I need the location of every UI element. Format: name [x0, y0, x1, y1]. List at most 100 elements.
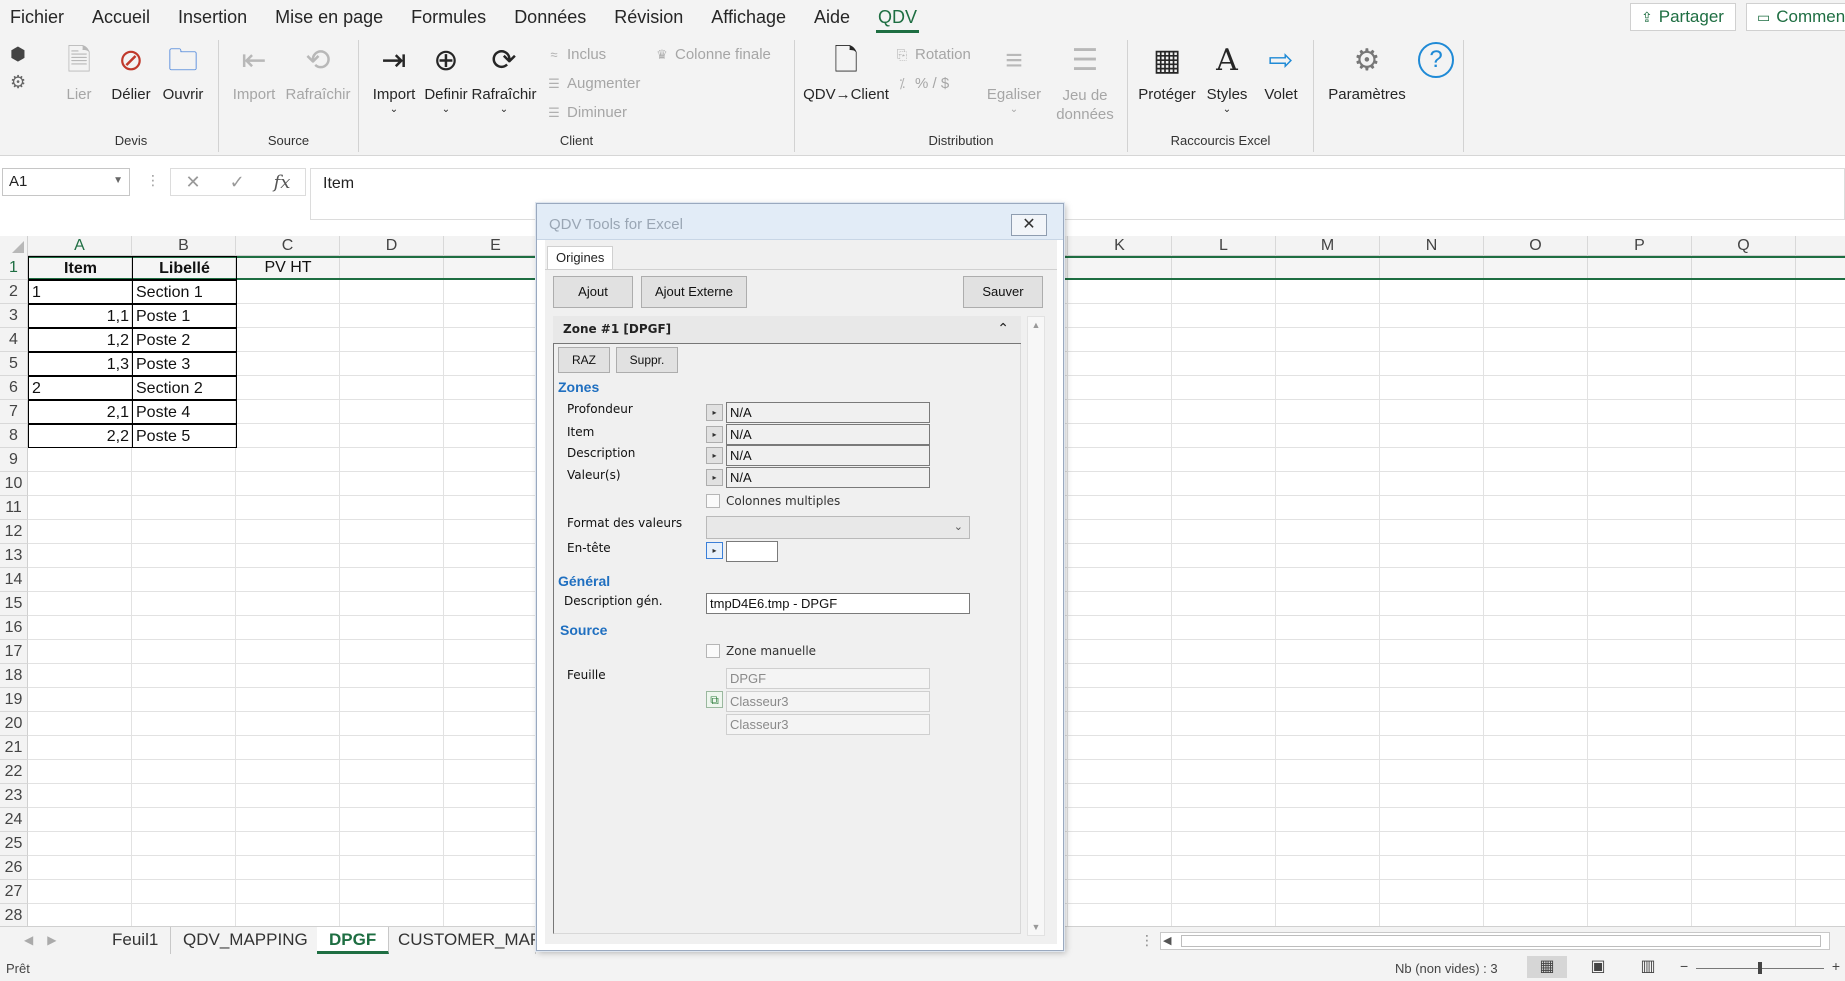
row-header-7[interactable]: 7 — [0, 400, 28, 424]
scroll-left-icon[interactable]: ◀ — [1163, 934, 1171, 947]
lier-button[interactable]: 🗎 Lier — [50, 42, 108, 103]
page-break-icon[interactable]: ▥ — [1628, 956, 1668, 978]
row-header-9[interactable]: 9 — [0, 448, 28, 472]
column-header-p[interactable]: P — [1588, 236, 1692, 256]
format-valeurs-select[interactable]: ⌄ — [706, 516, 970, 539]
column-header-o[interactable]: O — [1484, 236, 1588, 256]
row-header-19[interactable]: 19 — [0, 688, 28, 712]
menu-formules[interactable]: Formules — [397, 0, 500, 34]
excel-sheet-icon[interactable]: ⧉ — [706, 691, 723, 708]
row-header-17[interactable]: 17 — [0, 640, 28, 664]
inclus-button[interactable]: ≈ Inclus — [547, 46, 606, 63]
menu-mise-en-page[interactable]: Mise en page — [261, 0, 397, 34]
zone-manuelle-checkbox[interactable] — [706, 644, 720, 658]
cell-b2[interactable]: Section 1 — [132, 280, 237, 304]
row-header-12[interactable]: 12 — [0, 520, 28, 544]
package-icon[interactable]: ⬢ — [10, 44, 26, 65]
tab-dpgf[interactable]: DPGF — [317, 927, 390, 954]
raz-button[interactable]: RAZ — [558, 347, 610, 373]
help-button[interactable]: ? — [1410, 42, 1462, 84]
en-tete-field[interactable] — [726, 541, 778, 562]
valeurs-pick-icon[interactable]: ▸ — [706, 469, 723, 486]
cell-a8[interactable]: 2,2 — [28, 424, 133, 448]
suppr-button[interactable]: Suppr. — [616, 347, 678, 373]
en-tete-pick-icon[interactable]: ▸ — [706, 542, 723, 559]
percent-dollar-button[interactable]: ⁒ % / $ — [895, 75, 949, 92]
column-header-b[interactable]: B — [132, 236, 236, 256]
chevron-up-icon[interactable]: ⌃ — [997, 316, 1009, 342]
proteger-button[interactable]: ▦ Protéger — [1134, 42, 1200, 103]
column-header-q[interactable]: Q — [1692, 236, 1796, 256]
tab-nav-arrows-icon[interactable]: ◀▶ — [24, 933, 70, 947]
egaliser-button[interactable]: ≡ Egaliser ⌄ — [985, 42, 1043, 115]
diminuer-button[interactable]: ☰ Diminuer — [547, 104, 627, 121]
column-header-k[interactable]: K — [1068, 236, 1172, 256]
scroll-up-icon[interactable]: ▲ — [1028, 320, 1044, 330]
client-rafraichir-button[interactable]: ⟳ Rafraîchir ⌄ — [471, 42, 537, 115]
page-layout-icon[interactable]: ▣ — [1578, 956, 1618, 978]
share-button[interactable]: ⇪ Partager — [1630, 3, 1736, 31]
row-header-11[interactable]: 11 — [0, 496, 28, 520]
cell-b7[interactable]: Poste 4 — [132, 400, 237, 424]
classeur-field[interactable]: Classeur3 — [726, 691, 930, 712]
chevron-down-icon[interactable]: ▼ — [113, 175, 123, 186]
parametres-button[interactable]: ⚙ Paramètres — [1322, 42, 1412, 103]
volet-button[interactable]: ⇨ Volet — [1254, 42, 1308, 103]
dialog-vertical-scrollbar[interactable]: ▲ ▼ — [1027, 316, 1045, 936]
colonne-finale-button[interactable]: ♛ Colonne finale — [655, 46, 771, 63]
cell-a3[interactable]: 1,1 — [28, 304, 133, 328]
menu-aide[interactable]: Aide — [800, 0, 864, 34]
tab-origines[interactable]: Origines — [547, 246, 614, 270]
menu-revision[interactable]: Révision — [600, 0, 697, 34]
tab-splitter-icon[interactable]: ⋮ — [1140, 932, 1154, 949]
dialog-title-bar[interactable]: QDV Tools for Excel ✕ — [537, 204, 1063, 240]
description-pick-icon[interactable]: ▸ — [706, 447, 723, 464]
close-icon[interactable]: ✕ — [1011, 214, 1047, 236]
puzzle-icon[interactable]: ⚙ — [10, 72, 26, 93]
zoom-out-icon[interactable]: − — [1680, 958, 1688, 974]
tab-qdv-mapping[interactable]: QDV_MAPPING — [171, 927, 321, 954]
zoom-slider[interactable]: − + — [1680, 958, 1840, 976]
valeurs-field[interactable]: N/A — [726, 467, 930, 488]
scroll-down-icon[interactable]: ▼ — [1028, 922, 1044, 932]
zone-panel-header[interactable]: Zone #1 [DPGF] ⌃ — [553, 316, 1021, 344]
row-header-2[interactable]: 2 — [0, 280, 28, 304]
row-header-15[interactable]: 15 — [0, 592, 28, 616]
cell-b4[interactable]: Poste 2 — [132, 328, 237, 352]
item-field[interactable]: N/A — [726, 424, 930, 445]
cell-b8[interactable]: Poste 5 — [132, 424, 237, 448]
cell-a7[interactable]: 2,1 — [28, 400, 133, 424]
row-header-18[interactable]: 18 — [0, 664, 28, 688]
cell-a5[interactable]: 1,3 — [28, 352, 133, 376]
cell-b6[interactable]: Section 2 — [132, 376, 237, 400]
source-import-button[interactable]: ⇤ Import — [225, 42, 283, 103]
row-header-5[interactable]: 5 — [0, 352, 28, 376]
row-header-24[interactable]: 24 — [0, 808, 28, 832]
description-gen-field[interactable]: tmpD4E6.tmp - DPGF — [706, 593, 970, 614]
menu-donnees[interactable]: Données — [500, 0, 600, 34]
horizontal-scrollbar[interactable]: ◀ — [1160, 932, 1830, 950]
normal-view-icon[interactable]: ▦ — [1527, 956, 1567, 978]
description-field[interactable]: N/A — [726, 445, 930, 466]
row-header-6[interactable]: 6 — [0, 376, 28, 400]
row-header-14[interactable]: 14 — [0, 568, 28, 592]
row-header-8[interactable]: 8 — [0, 424, 28, 448]
row-header-16[interactable]: 16 — [0, 616, 28, 640]
zoom-in-icon[interactable]: + — [1832, 958, 1840, 974]
column-header-c[interactable]: C — [236, 236, 340, 256]
sauver-button[interactable]: Sauver — [963, 276, 1043, 308]
menu-affichage[interactable]: Affichage — [697, 0, 800, 34]
menu-accueil[interactable]: Accueil — [78, 0, 164, 34]
menu-fichier[interactable]: Fichier — [0, 0, 78, 34]
feuille-field[interactable]: DPGF — [726, 668, 930, 689]
cell-b1[interactable]: Libellé — [132, 256, 237, 280]
cell-a1[interactable]: Item — [28, 256, 133, 280]
column-header-d[interactable]: D — [340, 236, 444, 256]
cell-b5[interactable]: Poste 3 — [132, 352, 237, 376]
row-header-22[interactable]: 22 — [0, 760, 28, 784]
ajout-externe-button[interactable]: Ajout Externe — [641, 276, 747, 308]
cell-a6[interactable]: 2 — [28, 376, 133, 400]
profondeur-pick-icon[interactable]: ▸ — [706, 404, 723, 421]
column-header-e[interactable]: E — [444, 236, 548, 256]
row-header-26[interactable]: 26 — [0, 856, 28, 880]
